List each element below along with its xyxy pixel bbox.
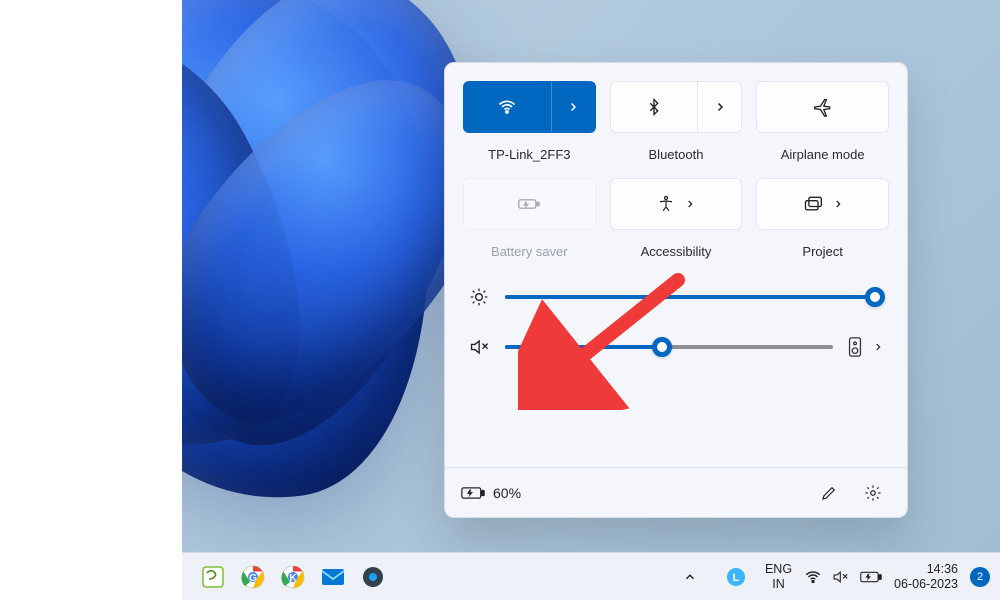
tray-lync[interactable]: L (719, 560, 753, 594)
quick-settings-sliders (445, 277, 907, 375)
svg-text:G: G (249, 573, 257, 584)
notifications-badge[interactable]: 2 (970, 567, 990, 587)
language-top: ENG (765, 562, 792, 576)
system-tray: L ENG IN 14:36 06-06-2023 2 (673, 560, 990, 594)
tray-clock[interactable]: 14:36 06-06-2023 (894, 562, 958, 591)
quick-settings-grid: TP-Link_2FF3 Bluetooth Airplane mode (445, 63, 907, 277)
svg-text:L: L (733, 572, 740, 584)
quick-settings-footer: 60% (445, 467, 907, 517)
tile-label-project: Project (756, 236, 889, 269)
tile-battery-saver (463, 178, 596, 230)
app-chrome-2[interactable]: K (276, 560, 310, 594)
tile-wifi[interactable] (463, 81, 596, 133)
svg-text:K: K (289, 573, 297, 584)
battery-level-text: 60% (493, 485, 521, 501)
volume-slider[interactable] (505, 345, 833, 349)
project-icon (803, 195, 823, 213)
tile-accessibility[interactable] (610, 178, 743, 230)
volume-flyout-arrow[interactable] (873, 342, 883, 352)
accessibility-icon (657, 195, 675, 213)
airplane-icon (813, 97, 833, 117)
tray-overflow[interactable] (673, 560, 707, 594)
tile-label-wifi: TP-Link_2FF3 (463, 139, 596, 172)
tile-bluetooth[interactable] (610, 81, 743, 133)
tile-label-accessibility: Accessibility (610, 236, 743, 269)
brightness-row (469, 287, 883, 307)
app-chrome-1[interactable]: G (236, 560, 270, 594)
chevron-right-icon (833, 199, 843, 209)
notifications-count: 2 (977, 571, 983, 583)
brightness-slider[interactable] (505, 295, 883, 299)
tile-label-airplane: Airplane mode (756, 139, 889, 172)
clock-date: 06-06-2023 (894, 577, 958, 591)
volume-muted-icon (832, 569, 850, 585)
chevron-right-icon (685, 199, 695, 209)
tile-label-battery-saver: Battery saver (463, 236, 596, 269)
speaker-device-icon[interactable] (847, 337, 863, 357)
app-settings[interactable] (356, 560, 390, 594)
taskbar: G K L ENG IN 14:36 06-06-2023 (182, 552, 1000, 600)
clock-time: 14:36 (894, 562, 958, 576)
battery-charging-icon (461, 485, 485, 501)
wifi-icon[interactable] (464, 82, 551, 132)
battery-status[interactable]: 60% (461, 485, 521, 501)
tile-project[interactable] (756, 178, 889, 230)
tray-status-icons[interactable] (804, 568, 882, 586)
bluetooth-icon[interactable] (611, 82, 698, 132)
volume-muted-icon[interactable] (469, 337, 491, 357)
tile-airplane[interactable] (756, 81, 889, 133)
app-notepadpp[interactable] (196, 560, 230, 594)
wifi-arrow[interactable] (551, 82, 595, 132)
app-mail[interactable] (316, 560, 350, 594)
settings-button[interactable] (855, 475, 891, 511)
quick-settings-panel: TP-Link_2FF3 Bluetooth Airplane mode (444, 62, 908, 518)
tray-language[interactable]: ENG IN (765, 562, 792, 591)
volume-row (469, 337, 883, 357)
tile-label-bluetooth: Bluetooth (610, 139, 743, 172)
bluetooth-arrow[interactable] (697, 82, 741, 132)
taskbar-apps: G K (196, 560, 390, 594)
language-bottom: IN (765, 577, 792, 591)
battery-saver-icon (518, 195, 540, 213)
battery-charging-icon (860, 570, 882, 584)
brightness-icon[interactable] (469, 287, 491, 307)
wifi-icon (804, 568, 822, 586)
edit-quick-settings-button[interactable] (811, 475, 847, 511)
desktop-wallpaper: TP-Link_2FF3 Bluetooth Airplane mode (182, 0, 1000, 600)
